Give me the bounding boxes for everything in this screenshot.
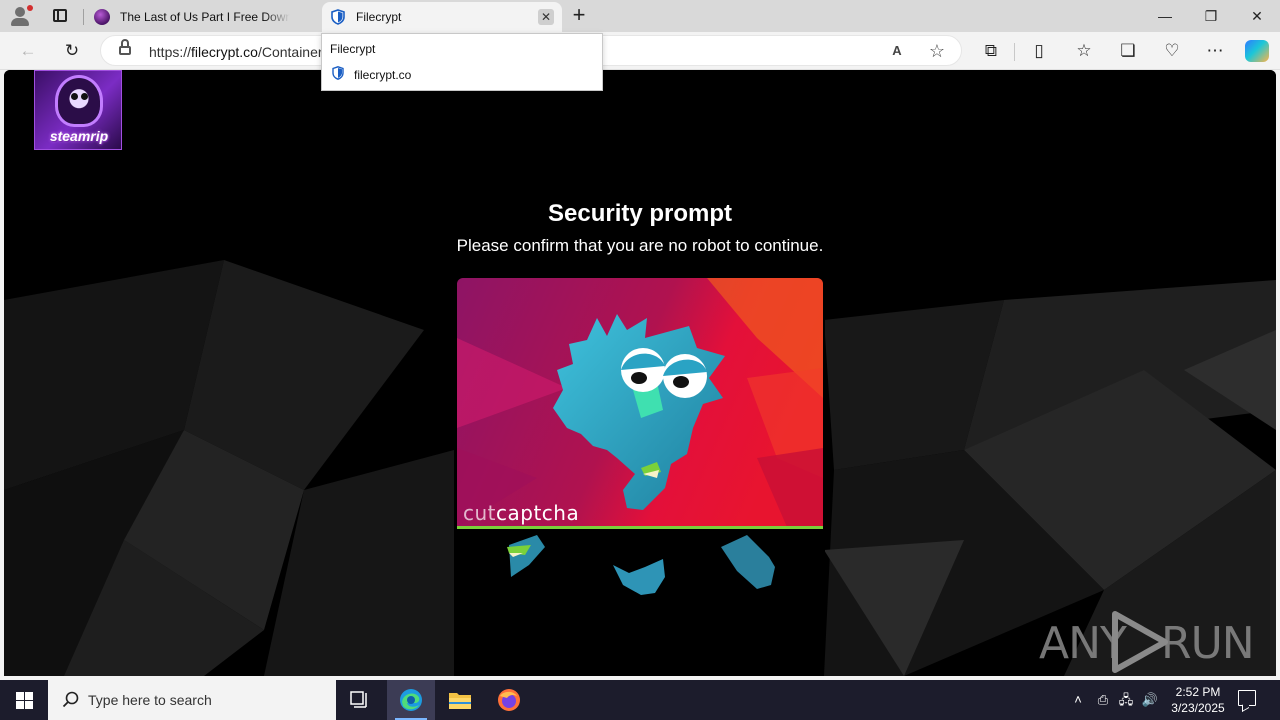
favorites-icon[interactable]: ☆ — [1072, 39, 1096, 63]
page-subtitle: Please confirm that you are no robot to … — [456, 236, 824, 255]
volume-icon[interactable]: 🔊 — [1140, 690, 1160, 710]
split-screen-icon[interactable]: ▯ — [1027, 39, 1051, 63]
taskbar-firefox[interactable] — [485, 680, 533, 720]
show-hidden-icons[interactable]: ˄ — [1068, 690, 1088, 710]
collections-icon[interactable]: ❏ — [1116, 39, 1140, 63]
captcha-piece-1[interactable] — [503, 533, 549, 583]
folder-icon — [449, 693, 471, 709]
tab-hover-card: Filecrypt filecrypt.co — [321, 33, 603, 91]
more-options-icon[interactable]: ⋯ — [1203, 39, 1227, 63]
site-favicon-icon — [94, 9, 110, 25]
start-button[interactable] — [0, 680, 48, 720]
anyrun-watermark: ANY RUN — [1039, 610, 1255, 674]
edge-icon — [400, 689, 422, 711]
notification-icon[interactable] — [1238, 690, 1256, 706]
hover-card-title: Filecrypt — [330, 42, 376, 56]
steamrip-logo[interactable]: steamrip — [34, 70, 122, 150]
copilot-icon[interactable] — [1245, 40, 1269, 62]
cutcaptcha-brand: cutcaptcha — [463, 501, 580, 525]
network-icon[interactable]: 🖧 — [1116, 690, 1136, 710]
browser-essentials-icon[interactable]: ♡ — [1160, 39, 1184, 63]
page-title: Security prompt — [547, 200, 733, 227]
captcha-image — [457, 278, 823, 527]
new-tab-button[interactable]: + — [568, 4, 590, 27]
windows-taskbar: Type here to search ˄ ⎙ 🖧 🔊 2:52 PM 3/23… — [0, 680, 1280, 720]
tab-separator — [83, 9, 84, 25]
taskbar-edge[interactable] — [387, 680, 435, 720]
notification-dot — [27, 5, 33, 11]
device-icon[interactable]: ⎙ — [1093, 690, 1113, 710]
system-clock[interactable]: 2:52 PM 3/23/2025 — [1162, 684, 1234, 716]
favorite-star-icon[interactable]: ☆ — [927, 41, 947, 61]
back-icon[interactable]: ← — [16, 39, 40, 63]
lock-icon[interactable] — [119, 39, 131, 55]
toolbar-separator — [1014, 43, 1015, 61]
minimize-button[interactable]: — — [1142, 0, 1188, 32]
task-view-button[interactable] — [336, 680, 384, 720]
url-text[interactable]: https://filecrypt.co/Container — [149, 44, 329, 60]
browser-toolbar: ← ↻ https://filecrypt.co/Container A ☆ ⧉… — [0, 32, 1280, 70]
task-view-icon — [350, 691, 367, 708]
captcha-piece-2[interactable] — [611, 557, 667, 597]
title-bar: The Last of Us Part I Free Download File… — [0, 0, 1280, 32]
search-placeholder: Type here to search — [88, 692, 212, 708]
tab-label: Filecrypt — [356, 10, 402, 24]
tab-actions-icon[interactable] — [50, 6, 70, 26]
hover-card-host: filecrypt.co — [354, 68, 412, 82]
tab-filecrypt[interactable]: Filecrypt ✕ — [322, 2, 562, 32]
logo-text: steamrip — [49, 128, 109, 144]
search-icon — [62, 691, 79, 708]
refresh-icon[interactable]: ↻ — [60, 39, 84, 63]
clock-date: 3/23/2025 — [1171, 701, 1225, 715]
taskbar-search[interactable]: Type here to search — [48, 680, 336, 720]
read-aloud-icon[interactable]: A — [887, 41, 907, 61]
taskbar-file-explorer[interactable] — [436, 680, 484, 720]
restore-button[interactable]: ❐ — [1188, 0, 1234, 32]
shield-icon — [331, 9, 345, 25]
clock-time: 2:52 PM — [1175, 685, 1221, 699]
captcha-divider — [457, 526, 823, 529]
captcha-piece-3[interactable] — [717, 533, 777, 591]
close-window-button[interactable]: ✕ — [1234, 0, 1280, 32]
profile-icon[interactable] — [8, 4, 34, 28]
web-page: steamrip Security prompt Please confirm … — [4, 70, 1276, 676]
extensions-icon[interactable]: ⧉ — [979, 39, 1003, 63]
tab-last-of-us[interactable]: The Last of Us Part I Free Download — [86, 2, 320, 32]
firefox-icon — [498, 689, 520, 711]
shield-icon — [332, 66, 344, 80]
tab-label: The Last of Us Part I Free Download — [120, 10, 290, 24]
cutcaptcha-widget: cutcaptcha — [455, 277, 825, 607]
watermark-right-text: RUN — [1161, 618, 1255, 669]
close-tab-button[interactable]: ✕ — [538, 9, 554, 25]
